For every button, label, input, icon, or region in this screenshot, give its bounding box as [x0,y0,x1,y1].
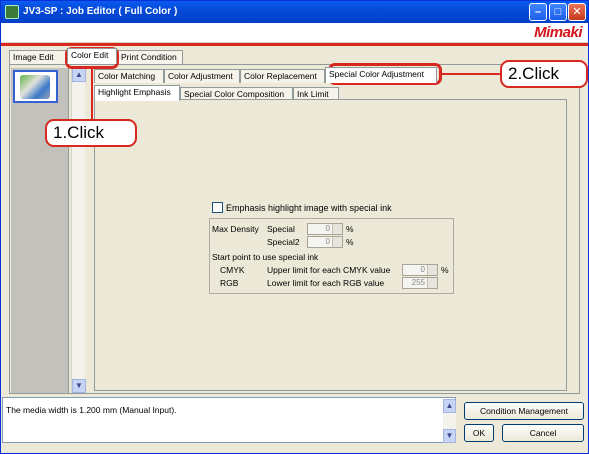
rgb-value: 255 [411,278,425,287]
special-percent: % [346,224,354,234]
rgb-stepper[interactable]: 255 [402,277,438,289]
tab-highlight-emphasis[interactable]: Highlight Emphasis [94,85,180,101]
thumbnail-image [20,75,50,99]
special-ink-settings: Max Density Special 0 % Special2 0 % Sta… [209,218,454,294]
close-button[interactable]: ✕ [568,3,586,21]
special2-stepper[interactable]: 0 [307,236,343,248]
status-area: The media width is 1.200 mm (Manual Inpu… [2,397,587,453]
ok-button[interactable]: OK [464,424,494,442]
emphasis-checkbox-label: Emphasis highlight image with special in… [226,203,392,213]
max-density-label: Max Density [212,224,259,234]
title-bar[interactable]: JV3-SP : Job Editor ( Full Color ) – □ ✕ [1,1,588,23]
thumbnail-scrollbar[interactable]: ▲ ▼ [71,68,86,393]
status-scroll-down-icon[interactable]: ▼ [443,429,456,443]
mimaki-logo: Mimaki [534,24,582,41]
minimize-button[interactable]: – [529,3,547,21]
brand-divider [1,43,588,46]
window-title: JV3-SP : Job Editor ( Full Color ) [23,6,178,17]
callout-1-leader [91,67,93,121]
brand-bar: Mimaki [1,23,588,43]
scroll-down-icon[interactable]: ▼ [72,379,86,393]
cmyk-percent: % [441,265,449,275]
tab-color-replacement[interactable]: Color Replacement [240,69,325,83]
tab-color-matching[interactable]: Color Matching [94,69,164,83]
stepper-arrows-icon[interactable] [332,237,342,247]
special2-label: Special2 [267,237,300,247]
rgb-label: RGB [220,278,239,288]
status-message-box: The media width is 1.200 mm (Manual Inpu… [2,397,456,443]
tab-color-adjustment[interactable]: Color Adjustment [164,69,240,83]
image-thumbnail[interactable] [13,70,58,103]
maximize-button[interactable]: □ [549,3,567,21]
emphasis-checkbox[interactable] [212,202,223,213]
stepper-arrows-icon[interactable] [427,278,437,288]
tab-color-edit[interactable]: Color Edit [67,48,117,64]
special-label: Special [267,224,295,234]
cmyk-label: CMYK [220,265,245,275]
tab-special-color-adjustment[interactable]: Special Color Adjustment [325,67,437,83]
job-editor-window: JV3-SP : Job Editor ( Full Color ) – □ ✕… [0,0,589,454]
callout-2-leader [442,73,502,75]
tab-image-edit[interactable]: Image Edit [9,50,67,64]
emphasis-checkbox-row[interactable]: Emphasis highlight image with special in… [212,202,392,213]
app-icon [5,5,19,19]
cmyk-stepper[interactable]: 0 [402,264,438,276]
status-message: The media width is 1.200 mm (Manual Inpu… [6,405,177,415]
cmyk-value: 0 [420,265,425,274]
special-value: 0 [325,224,330,233]
cancel-button[interactable]: Cancel [502,424,584,442]
scroll-up-icon[interactable]: ▲ [72,68,86,82]
thumbnail-column [11,68,69,393]
callout-2: 2.Click [500,60,588,88]
stepper-arrows-icon[interactable] [427,265,437,275]
cmyk-description: Upper limit for each CMYK value [267,265,391,275]
start-point-label: Start point to use special ink [212,252,319,262]
callout-1: 1.Click [45,119,137,147]
special2-percent: % [346,237,354,247]
rgb-description: Lower limit for each RGB value [267,278,385,288]
special2-value: 0 [325,237,330,246]
special-stepper[interactable]: 0 [307,223,343,235]
status-scroll-up-icon[interactable]: ▲ [443,399,456,413]
stepper-arrows-icon[interactable] [332,224,342,234]
status-scrollbar[interactable]: ▲ ▼ [443,399,456,443]
tab-print-condition[interactable]: Print Condition [117,50,183,64]
condition-management-button[interactable]: Condition Management [464,402,584,420]
